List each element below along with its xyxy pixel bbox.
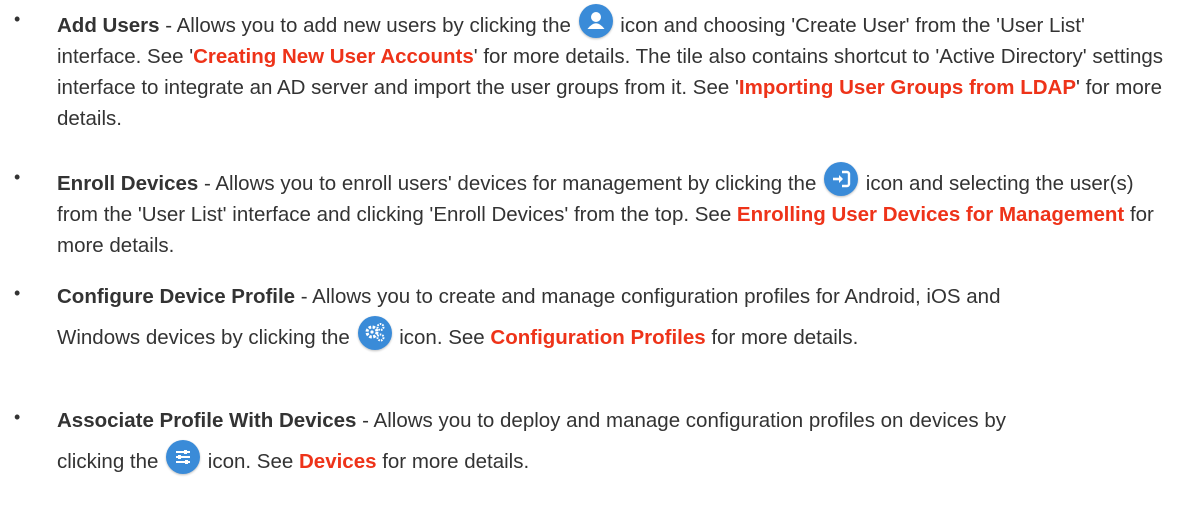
item-title: Enroll Devices xyxy=(57,172,199,195)
item-title: Configure Device Profile xyxy=(57,285,296,308)
item-text: icon. See xyxy=(393,326,491,349)
link-enrolling-user-devices[interactable]: Enrolling User Devices for Management xyxy=(737,203,1124,226)
item-text: - Allows you to enroll users' devices fo… xyxy=(198,172,823,195)
item-text: - Allows you to add new users by clickin… xyxy=(159,14,577,37)
list-item-text: Add Users - Allows you to add new users … xyxy=(57,4,1167,134)
list-item-text: Configure Device Profile - Allows you to… xyxy=(57,278,1167,357)
sliders-icon xyxy=(166,440,201,474)
user-icon xyxy=(578,4,613,38)
item-text: clicking the xyxy=(57,450,165,473)
item-text: icon. See xyxy=(202,450,299,473)
item-line: Windows devices by clicking the icon. Se… xyxy=(57,316,1167,357)
link-devices[interactable]: Devices xyxy=(299,450,377,473)
item-text: Windows devices by clicking the xyxy=(57,326,356,349)
enroll-icon xyxy=(824,162,859,196)
link-configuration-profiles[interactable]: Configuration Profiles xyxy=(490,326,705,349)
list-item-text: Associate Profile With Devices - Allows … xyxy=(57,402,1167,481)
bullet: • xyxy=(14,283,21,303)
item-text: for more details. xyxy=(376,450,530,473)
item-title: Associate Profile With Devices xyxy=(57,409,357,432)
item-text: - Allows you to deploy and manage config… xyxy=(356,409,1007,432)
link-importing-user-groups[interactable]: Importing User Groups from LDAP xyxy=(739,76,1076,99)
bullet: • xyxy=(14,407,21,427)
item-title: Add Users xyxy=(57,14,160,37)
gears-icon xyxy=(357,316,392,350)
bullet: • xyxy=(14,9,21,29)
list-item-text: Enroll Devices - Allows you to enroll us… xyxy=(57,162,1167,261)
item-line: clicking the icon. See Devices for more … xyxy=(57,440,1167,481)
link-creating-new-user-accounts[interactable]: Creating New User Accounts xyxy=(193,45,474,68)
item-line: Associate Profile With Devices - Allows … xyxy=(57,402,1167,440)
item-text: for more details. xyxy=(705,326,859,349)
item-line: Configure Device Profile - Allows you to… xyxy=(57,278,1167,316)
item-text: - Allows you to create and manage config… xyxy=(295,285,1001,308)
bullet: • xyxy=(14,167,21,187)
